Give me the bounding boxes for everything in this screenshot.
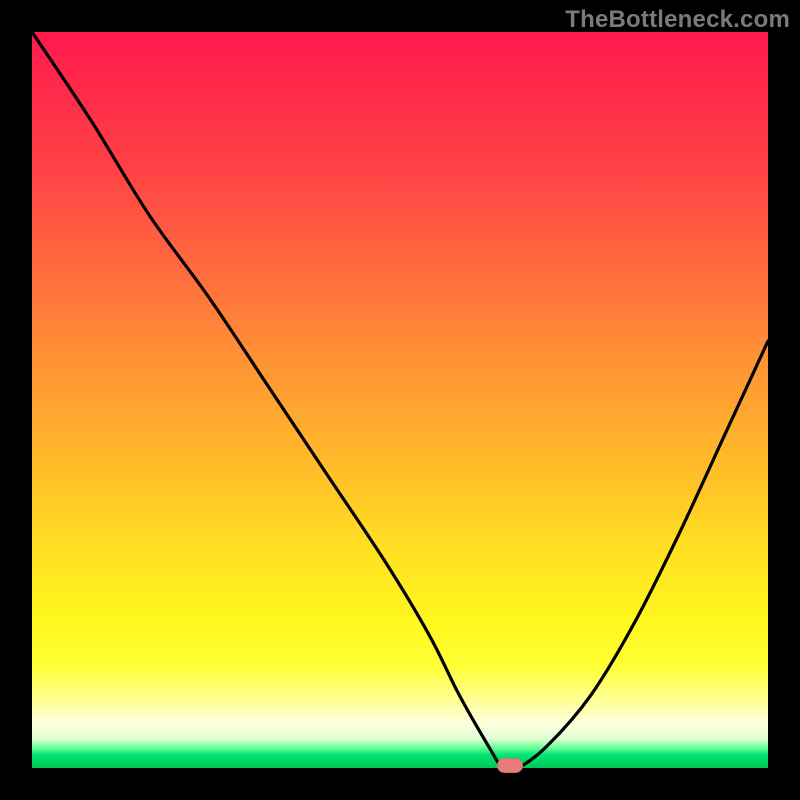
chart-frame: TheBottleneck.com (0, 0, 800, 800)
optimal-marker (497, 758, 523, 773)
curve-path (32, 32, 768, 768)
watermark-text: TheBottleneck.com (565, 6, 790, 34)
bottleneck-curve (32, 32, 768, 768)
plot-area (32, 32, 768, 768)
